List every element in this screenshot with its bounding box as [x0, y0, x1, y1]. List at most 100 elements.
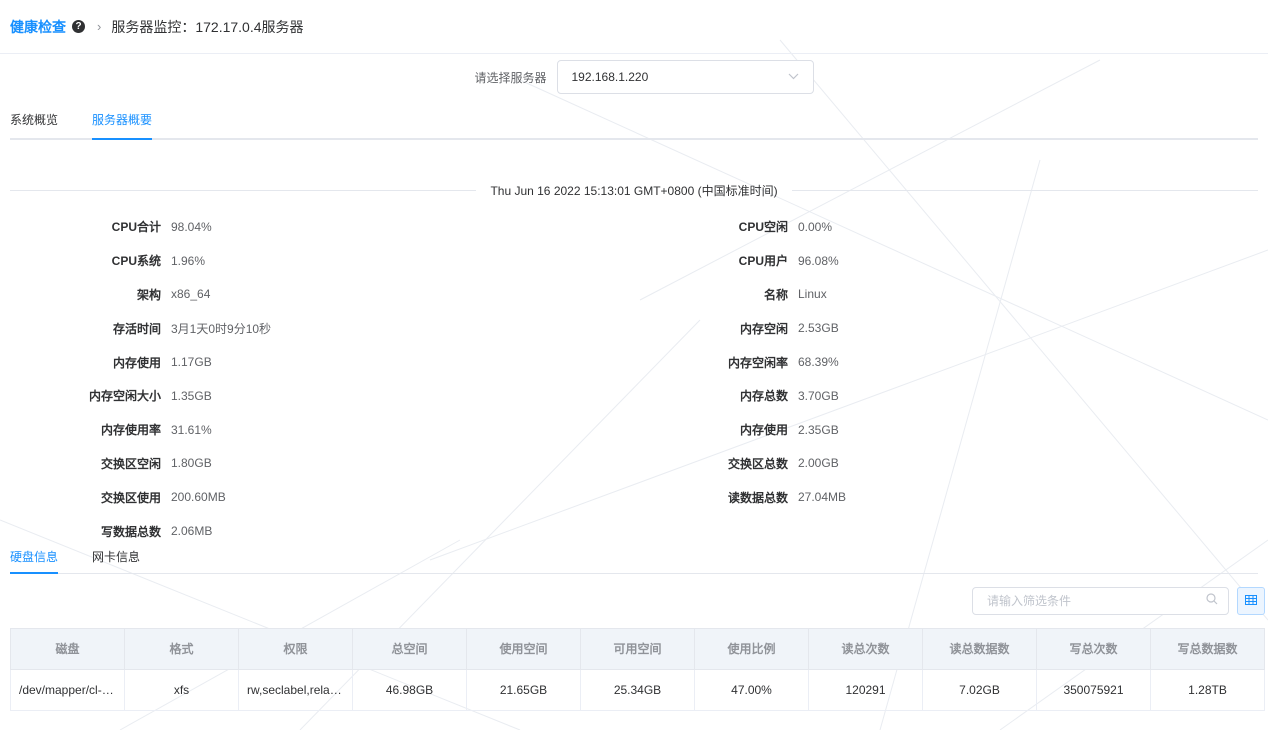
filter-placeholder: 请输入筛选条件 — [987, 594, 1072, 609]
info-item: 内存使用 2.35GB — [634, 413, 1268, 447]
info-value: 3.70GB — [798, 388, 839, 403]
info-item: 名称 Linux — [634, 278, 1268, 312]
timestamp-divider: Thu Jun 16 2022 15:13:01 GMT+0800 (中国标准时… — [10, 180, 1259, 200]
info-value: 3月1天0时9分10秒 — [171, 321, 272, 336]
table-cell: 7.02GB — [922, 668, 1037, 711]
tab-nic-info[interactable]: 网卡信息 — [92, 548, 140, 573]
tab-system-overview[interactable]: 系统概览 — [10, 111, 58, 138]
column-header: 使用比例 — [694, 627, 809, 670]
info-item: CPU合计 98.04% — [0, 210, 634, 244]
info-label: 内存空闲率 — [727, 355, 788, 370]
disk-table: 磁盘 格式 权限 总空间 使用空间 可用空间 使用比例 读总次数 读总数据数 写… — [10, 627, 1265, 711]
info-value: 2.06MB — [171, 524, 213, 539]
info-item: CPU用户 96.08% — [634, 244, 1268, 278]
column-header: 使用空间 — [466, 627, 581, 670]
info-value: 68.39% — [798, 355, 839, 370]
column-header: 读总次数 — [808, 627, 923, 670]
info-value: 2.35GB — [798, 422, 839, 437]
column-settings-button[interactable] — [1237, 586, 1265, 615]
info-item: 内存空闲大小 1.35GB — [0, 379, 634, 413]
info-value: 27.04MB — [798, 490, 847, 505]
info-label: 内存总数 — [739, 389, 788, 404]
info-label: 读数据总数 — [727, 490, 788, 505]
chevron-down-icon — [788, 71, 799, 83]
info-label: CPU用户 — [738, 254, 788, 269]
info-label: 内存使用 — [739, 423, 788, 438]
info-item: CPU系统 1.96% — [0, 244, 634, 278]
table-cell: xfs — [124, 668, 239, 711]
server-info-grid: CPU合计 98.04% CPU空闲 0.00% CPU系统 1.96% CPU用户 9… — [0, 210, 1268, 548]
info-item: 内存总数 3.70GB — [634, 379, 1268, 413]
info-label: 内存空闲 — [739, 321, 788, 336]
table-row[interactable]: /dev/mapper/cl-r… xfs rw,seclabel,rela… … — [10, 668, 1265, 711]
info-label: 名称 — [763, 287, 788, 302]
question-circle-icon[interactable]: ? — [72, 20, 85, 33]
info-value: 98.04% — [171, 219, 212, 234]
info-value: Linux — [798, 287, 827, 302]
info-item: 存活时间 3月1天0时9分10秒 — [0, 311, 634, 345]
info-label: 存活时间 — [112, 321, 161, 336]
info-item: 内存使用 1.17GB — [0, 345, 634, 379]
column-header: 可用空间 — [580, 627, 695, 670]
info-item: 内存使用率 31.61% — [0, 413, 634, 447]
breadcrumb-root[interactable]: 健康检查 — [10, 17, 66, 37]
tab-server-summary[interactable]: 服务器概要 — [92, 111, 153, 140]
server-select-row: 请选择服务器 192.168.1.220 — [0, 54, 1268, 100]
table-cell: 47.00% — [694, 668, 809, 711]
table-cell: 120291 — [808, 668, 923, 711]
divider-line — [791, 189, 1259, 191]
info-value: 1.35GB — [171, 388, 212, 403]
info-item: 交换区使用 200.60MB — [0, 480, 634, 514]
info-label: 交换区使用 — [100, 490, 161, 505]
table-cell: 1.28TB — [1150, 668, 1265, 711]
table-toolbar: 请输入筛选条件 — [0, 574, 1268, 628]
table-cell: 25.34GB — [580, 668, 695, 711]
info-item: CPU空闲 0.00% — [634, 210, 1268, 244]
column-header: 写总次数 — [1036, 627, 1151, 670]
info-value: 31.61% — [171, 422, 212, 437]
info-item: 交换区空闲 1.80GB — [0, 447, 634, 481]
column-header: 格式 — [124, 627, 239, 670]
info-label: 内存使用 — [112, 355, 161, 370]
info-value: 1.17GB — [171, 355, 212, 370]
info-label: 内存空闲大小 — [88, 389, 161, 404]
chevron-right-icon: › — [97, 19, 102, 34]
info-value: x86_64 — [171, 287, 211, 302]
timestamp: Thu Jun 16 2022 15:13:01 GMT+0800 (中国标准时… — [490, 183, 778, 198]
grid-icon — [1245, 594, 1257, 608]
table-cell: 21.65GB — [466, 668, 581, 711]
disk-tabs: 硬盘信息 网卡信息 — [10, 548, 1258, 574]
column-header: 读总数据数 — [922, 627, 1037, 670]
table-header-row: 磁盘 格式 权限 总空间 使用空间 可用空间 使用比例 读总次数 读总数据数 写… — [10, 627, 1265, 670]
info-item: 读数据总数 27.04MB — [634, 480, 1268, 514]
info-label: 交换区总数 — [727, 456, 788, 471]
info-label: CPU合计 — [111, 220, 161, 235]
info-value: 1.96% — [171, 253, 206, 268]
table-cell: 350075921 — [1036, 668, 1151, 711]
info-value: 0.00% — [798, 219, 833, 234]
divider-line — [10, 189, 477, 191]
table-cell: 46.98GB — [352, 668, 467, 711]
search-icon[interactable] — [1206, 593, 1218, 608]
info-item: 交换区总数 2.00GB — [634, 447, 1268, 481]
info-label: CPU空闲 — [738, 220, 788, 235]
column-header: 写总数据数 — [1150, 627, 1265, 670]
info-value: 1.80GB — [171, 456, 212, 471]
info-value: 2.53GB — [798, 321, 839, 336]
info-label: 架构 — [136, 287, 161, 302]
table-cell: /dev/mapper/cl-r… — [10, 668, 125, 711]
server-select[interactable]: 192.168.1.220 — [556, 60, 814, 94]
info-item: 架构 x86_64 — [0, 278, 634, 312]
breadcrumb: 健康检查 ? › 服务器监控：172.17.0.4服务器 — [0, 0, 1268, 54]
filter-input[interactable]: 请输入筛选条件 — [972, 586, 1229, 615]
main-tabs: 系统概览 服务器概要 — [10, 100, 1258, 140]
tab-disk-info[interactable]: 硬盘信息 — [10, 548, 59, 574]
info-item: 写数据总数 2.06MB — [0, 514, 634, 548]
info-item: 内存空闲率 68.39% — [634, 345, 1268, 379]
info-label: CPU系统 — [111, 254, 161, 269]
info-value: 96.08% — [798, 253, 839, 268]
column-header: 总空间 — [352, 627, 467, 670]
breadcrumb-current: 服务器监控：172.17.0.4服务器 — [111, 18, 304, 35]
column-header: 磁盘 — [10, 627, 125, 670]
info-label: 写数据总数 — [100, 524, 161, 539]
